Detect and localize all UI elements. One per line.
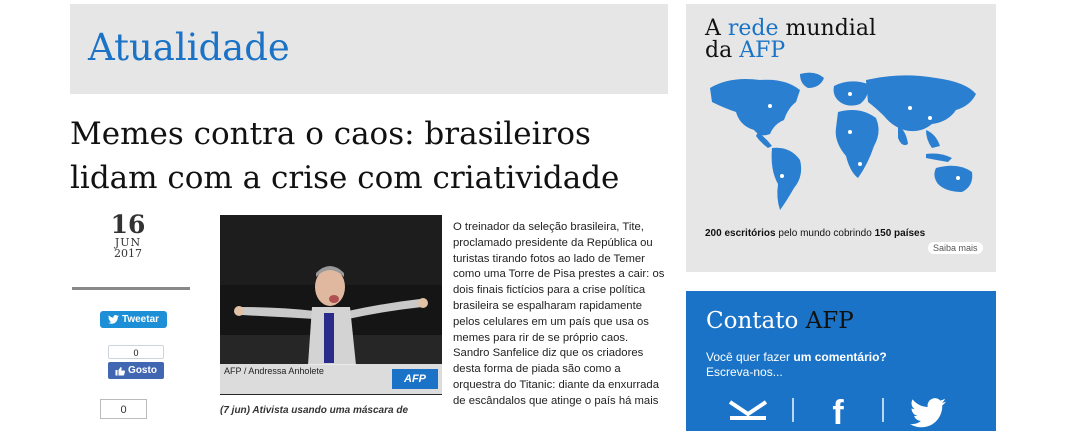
network-title-c: da <box>705 38 740 63</box>
tweet-button[interactable]: Tweetar <box>100 311 167 328</box>
network-title: A rede mundial da AFP <box>705 18 876 62</box>
article-body: O treinador da seleção brasileira, Tite,… <box>453 221 665 407</box>
section-title[interactable]: Atualidade <box>88 26 290 69</box>
section-header: Atualidade <box>70 4 668 94</box>
contact-text: Você quer fazer um comentário? Escreva-n… <box>706 350 986 380</box>
date-day: 16 <box>110 210 146 239</box>
office-count: 200 escritórios <box>705 228 776 239</box>
twitter-icon[interactable] <box>906 398 950 428</box>
afp-logo: AFP <box>392 369 438 389</box>
share-count-box: 0 <box>100 399 147 419</box>
facebook-like-widget: 0 Gosto <box>108 345 164 380</box>
afp-logo-text: AFP <box>404 373 426 385</box>
article-date: 16 JUN 2017 <box>93 212 163 259</box>
thumbs-up-icon <box>115 366 126 375</box>
network-title-afp: AFP <box>739 38 786 63</box>
photo-credit: AFP / Andressa Anholete <box>224 366 324 376</box>
facebook-like-label: Gosto <box>128 365 157 376</box>
icon-divider <box>792 398 794 422</box>
twitter-bird-icon <box>108 315 119 324</box>
article-headline: Memes contra o caos: brasileiros lidam c… <box>70 116 620 196</box>
facebook-icon[interactable]: f <box>816 396 860 430</box>
learn-more-link[interactable]: Saiba mais <box>928 242 983 254</box>
country-count: 150 países <box>874 228 926 239</box>
world-map-icon <box>710 72 976 210</box>
date-year: 2017 <box>114 247 142 260</box>
contact-title-a: Contato <box>706 308 806 334</box>
network-title-b: mundial <box>778 16 876 41</box>
facebook-like-button[interactable]: Gosto <box>108 362 164 379</box>
photo-caption: (7 jun) Ativista usando uma máscara de <box>220 405 409 416</box>
contact-title-afp: AFP <box>805 308 854 334</box>
contact-title: Contato AFP <box>706 308 854 334</box>
tweet-label: Tweetar <box>121 314 160 325</box>
contact-text-bold: um comentário? <box>793 350 887 364</box>
network-stat: 200 escritórios pelo mundo cobrindo 150 … <box>705 228 925 239</box>
date-divider <box>72 287 190 290</box>
facebook-like-count: 0 <box>108 345 164 359</box>
network-stat-text: pelo mundo cobrindo <box>775 228 875 239</box>
icon-divider <box>882 398 884 422</box>
mail-icon[interactable] <box>726 398 770 428</box>
contact-text-b: Escreva-nos... <box>706 365 783 379</box>
contact-text-a: Você quer fazer <box>706 350 794 364</box>
